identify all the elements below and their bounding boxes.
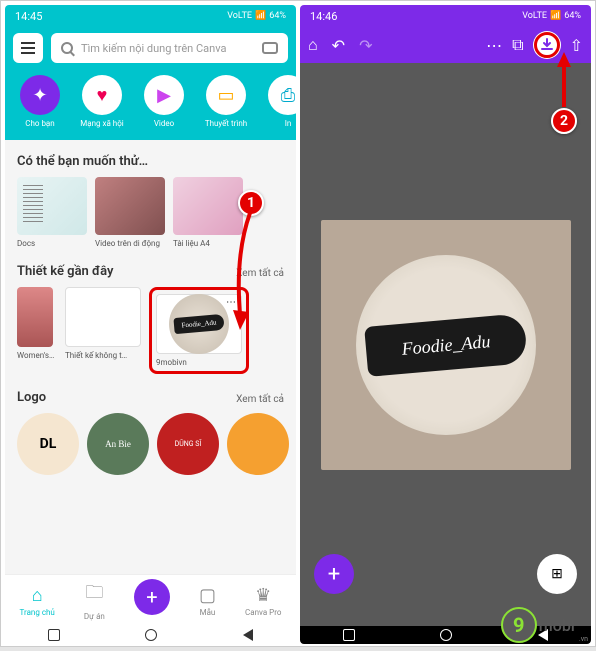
recents-button[interactable] bbox=[48, 629, 60, 641]
design-canvas[interactable]: Foodie_Adu bbox=[321, 220, 571, 470]
play-icon: ▶ bbox=[144, 75, 184, 115]
recent-womens[interactable]: Women's… bbox=[17, 287, 57, 374]
status-bar: 14:45 VoLTE📶64% bbox=[5, 5, 296, 27]
status-time: 14:45 bbox=[15, 10, 42, 23]
plus-icon: + bbox=[328, 562, 340, 587]
status-icons: VoLTE📶64% bbox=[227, 11, 286, 21]
templates-icon: ▢ bbox=[199, 585, 216, 606]
home-icon[interactable]: ⌂ bbox=[308, 35, 318, 55]
tab-print[interactable]: ⎙ In bbox=[259, 75, 296, 128]
nav-home[interactable]: ⌂Trang chủ bbox=[20, 585, 55, 617]
grid-icon: ⊞ bbox=[551, 566, 563, 582]
search-row: Tìm kiếm nội dung trên Canva bbox=[5, 27, 296, 71]
nav-pro[interactable]: ♛Canva Pro bbox=[245, 585, 281, 617]
watermark-text: mobi bbox=[539, 616, 575, 635]
see-all-logo[interactable]: Xem tất cả bbox=[236, 394, 284, 405]
tab-for-you[interactable]: ✦ Cho bạn bbox=[11, 75, 69, 128]
home-button[interactable] bbox=[145, 629, 157, 641]
tab-presentation[interactable]: ▭ Thuyết trình bbox=[197, 75, 255, 128]
watermark: 9 mobi .vn bbox=[501, 607, 588, 643]
docs-thumbnail bbox=[17, 177, 87, 235]
download-icon bbox=[540, 38, 554, 52]
search-input[interactable]: Tìm kiếm nội dung trên Canva bbox=[51, 33, 288, 63]
nav-projects[interactable]: 🗀Dự án bbox=[84, 580, 105, 621]
video-thumbnail bbox=[95, 177, 165, 235]
status-time-right: 14:46 bbox=[310, 10, 337, 23]
watermark-sub: .vn bbox=[579, 635, 588, 643]
add-element-fab[interactable]: + bbox=[314, 554, 354, 594]
bottom-nav: ⌂Trang chủ 🗀Dự án + ▢Mẫu ♛Canva Pro bbox=[5, 574, 296, 626]
presentation-icon: ▭ bbox=[206, 75, 246, 115]
watermark-icon: 9 bbox=[501, 607, 537, 643]
logo-anbie[interactable]: An Bìe bbox=[87, 413, 149, 475]
search-icon bbox=[61, 42, 73, 54]
tab-social[interactable]: ♥ Mạng xã hội bbox=[73, 75, 131, 128]
plus-icon: + bbox=[146, 585, 157, 609]
section-try-title: Có thể bạn muốn thử… bbox=[5, 150, 296, 177]
template-video[interactable]: Video trên di động bbox=[95, 177, 165, 248]
canva-editor-screen: 14:46 VoLTE📶64% ⌂ ↶ ↷ ⋯ ⧉ ⇧ Foo bbox=[300, 5, 591, 644]
nav-templates[interactable]: ▢Mẫu bbox=[199, 585, 216, 617]
heart-icon: ♥ bbox=[82, 75, 122, 115]
crown-icon: ♛ bbox=[255, 585, 271, 606]
tab-video[interactable]: ▶ Video bbox=[135, 75, 193, 128]
search-placeholder: Tìm kiếm nội dung trên Canva bbox=[81, 42, 226, 55]
logo-4[interactable] bbox=[227, 413, 289, 475]
status-icons-right: VoLTE📶64% bbox=[522, 11, 581, 21]
editor-toolbar: ⌂ ↶ ↷ ⋯ ⧉ ⇧ bbox=[300, 27, 591, 63]
sparkle-icon: ✦ bbox=[20, 75, 60, 115]
recent-untitled[interactable]: Thiết kế không t… bbox=[65, 287, 141, 374]
copy-icon[interactable]: ⧉ bbox=[512, 35, 523, 55]
template-docs[interactable]: Docs bbox=[17, 177, 87, 248]
section-logo-title: Logo bbox=[5, 386, 58, 413]
recents-button[interactable] bbox=[343, 629, 355, 641]
menu-button[interactable] bbox=[13, 33, 43, 63]
undo-icon[interactable]: ↶ bbox=[332, 36, 345, 55]
status-bar-right: 14:46 VoLTE📶64% bbox=[300, 5, 591, 27]
annotation-arrow-1 bbox=[225, 205, 265, 335]
logo-templates[interactable]: DL An Bìe DŨNG SĨ bbox=[5, 413, 296, 487]
logo-dl[interactable]: DL bbox=[17, 413, 79, 475]
pages-button[interactable]: ⊞ bbox=[537, 554, 577, 594]
folder-icon: 🗀 bbox=[85, 580, 103, 610]
more-icon[interactable]: ⋯ bbox=[486, 36, 502, 55]
print-icon: ⎙ bbox=[268, 75, 296, 115]
category-tabs: ✦ Cho bạn ♥ Mạng xã hội ▶ Video ▭ Thuyết… bbox=[5, 71, 296, 140]
section-recent-title: Thiết kế gần đây bbox=[5, 260, 125, 287]
create-fab[interactable]: + bbox=[134, 579, 170, 615]
annotation-arrow-2 bbox=[555, 52, 575, 112]
redo-icon[interactable]: ↷ bbox=[359, 36, 372, 55]
canvas-area[interactable]: Foodie_Adu bbox=[300, 63, 591, 626]
back-button[interactable] bbox=[243, 629, 253, 641]
recent-thumb-2 bbox=[65, 287, 141, 347]
android-nav bbox=[5, 626, 296, 644]
home-icon: ⌂ bbox=[32, 585, 43, 606]
brush-text[interactable]: Foodie_Adu bbox=[400, 330, 490, 359]
camera-icon bbox=[262, 42, 278, 54]
logo-dungsi[interactable]: DŨNG SĨ bbox=[157, 413, 219, 475]
recent-thumb-1 bbox=[17, 287, 53, 347]
home-button[interactable] bbox=[440, 629, 452, 641]
